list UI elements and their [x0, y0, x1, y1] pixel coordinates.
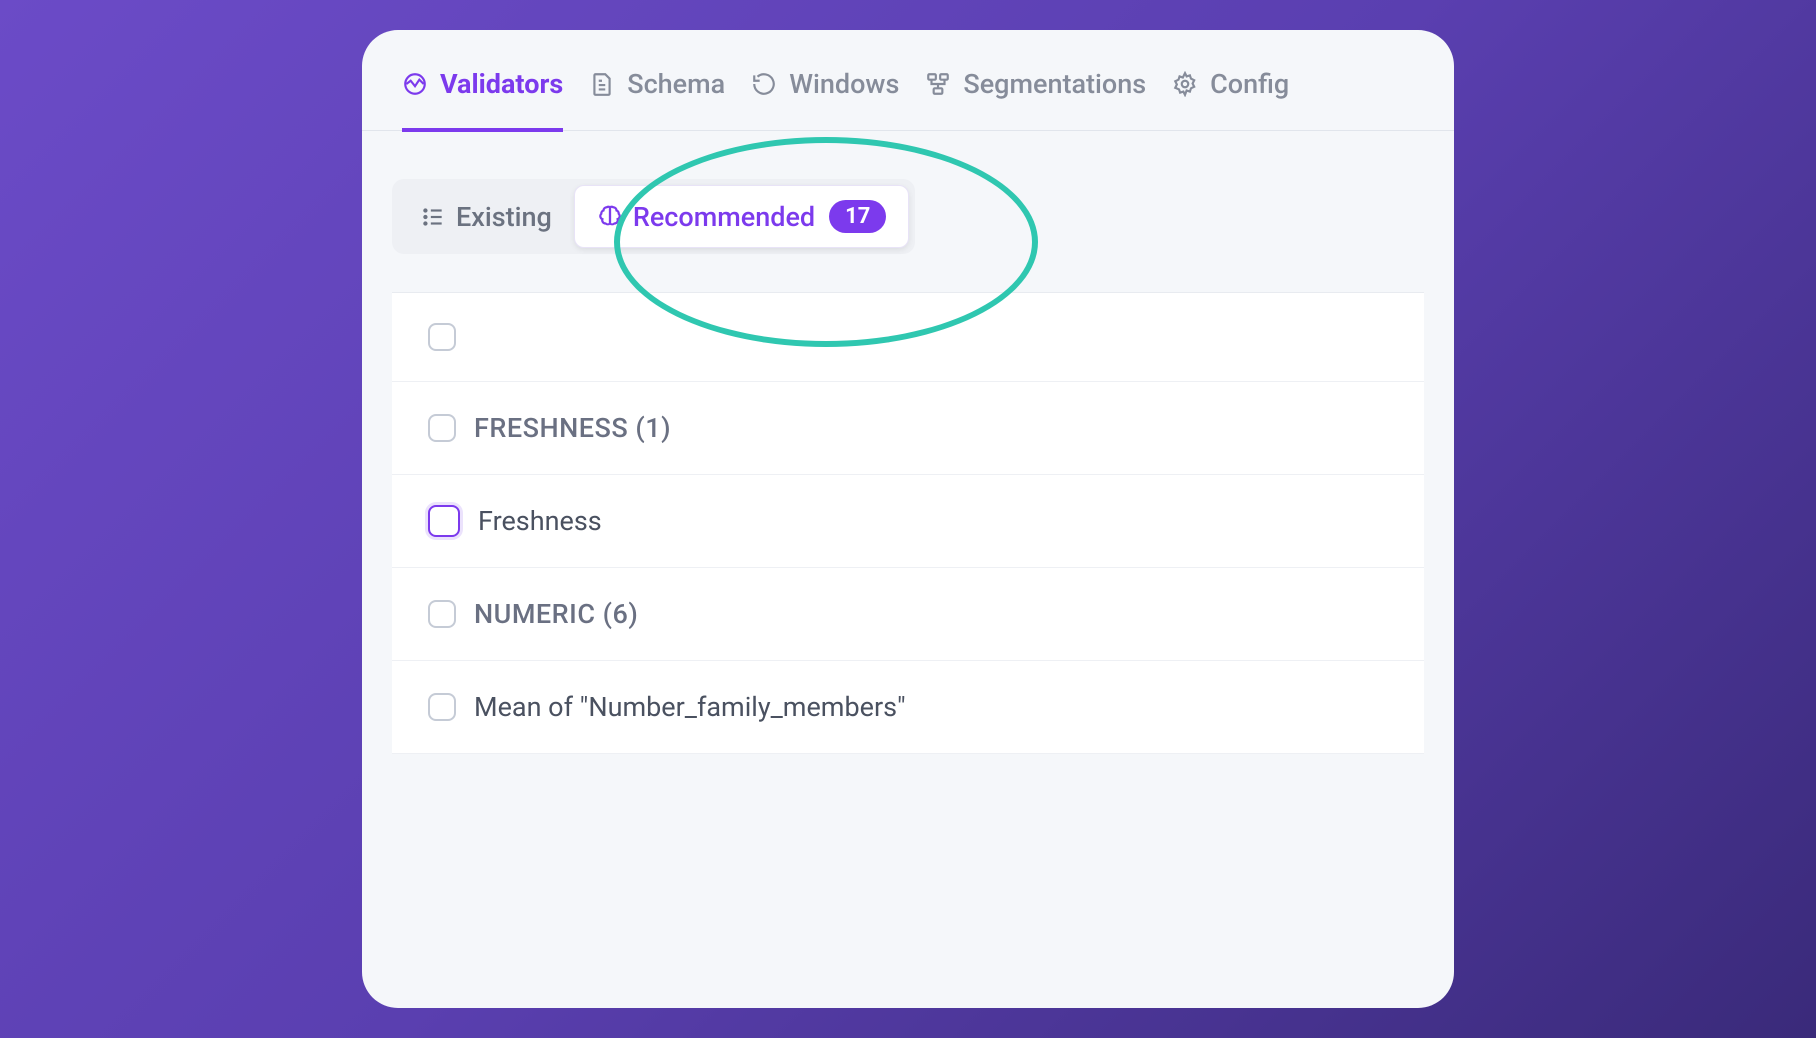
- select-all-checkbox[interactable]: [428, 323, 456, 351]
- item-freshness-checkbox[interactable]: [428, 505, 460, 537]
- group-numeric-label: NUMERIC (6): [474, 598, 638, 630]
- tab-validators-label: Validators: [440, 68, 563, 100]
- sub-tab-recommended-label: Recommended: [633, 201, 815, 233]
- tab-validators[interactable]: Validators: [402, 68, 563, 132]
- primary-tab-bar: Validators Schema Windows Segmentation: [362, 30, 1454, 131]
- recommended-count-badge: 17: [829, 200, 886, 233]
- validators-list: FRESHNESS (1) Freshness NUMERIC (6) Mean…: [392, 292, 1424, 754]
- sub-tabs-container: Existing Recommended 17 FRESHNESS (1): [362, 131, 1454, 754]
- tab-config-label: Config: [1210, 68, 1289, 100]
- sub-tab-bar: Existing Recommended 17: [392, 179, 915, 254]
- select-all-row[interactable]: [392, 293, 1424, 382]
- group-freshness-label: FRESHNESS (1): [474, 412, 671, 444]
- segmentations-icon: [925, 71, 951, 97]
- item-mean-family-checkbox[interactable]: [428, 693, 456, 721]
- tab-windows-label: Windows: [789, 68, 899, 100]
- schema-icon: [589, 71, 615, 97]
- item-freshness-row[interactable]: Freshness: [392, 475, 1424, 568]
- tab-schema-label: Schema: [627, 68, 725, 100]
- group-freshness-checkbox[interactable]: [428, 414, 456, 442]
- brain-icon: [597, 204, 623, 230]
- item-mean-family-label: Mean of "Number_family_members": [474, 691, 906, 723]
- windows-icon: [751, 71, 777, 97]
- main-panel: Validators Schema Windows Segmentation: [362, 30, 1454, 1008]
- tab-segmentations-label: Segmentations: [963, 68, 1146, 100]
- list-icon: [420, 204, 446, 230]
- item-mean-family-row[interactable]: Mean of "Number_family_members": [392, 661, 1424, 754]
- group-freshness-row[interactable]: FRESHNESS (1): [392, 382, 1424, 475]
- tab-windows[interactable]: Windows: [751, 68, 899, 132]
- group-numeric-row[interactable]: NUMERIC (6): [392, 568, 1424, 661]
- config-icon: [1172, 71, 1198, 97]
- sub-tab-existing[interactable]: Existing: [398, 187, 574, 247]
- sub-tab-existing-label: Existing: [456, 201, 552, 233]
- tab-segmentations[interactable]: Segmentations: [925, 68, 1146, 132]
- group-numeric-checkbox[interactable]: [428, 600, 456, 628]
- tab-schema[interactable]: Schema: [589, 68, 725, 132]
- validators-icon: [402, 71, 428, 97]
- sub-tab-recommended[interactable]: Recommended 17: [574, 185, 910, 248]
- item-freshness-label: Freshness: [478, 505, 602, 537]
- tab-config[interactable]: Config: [1172, 68, 1289, 132]
